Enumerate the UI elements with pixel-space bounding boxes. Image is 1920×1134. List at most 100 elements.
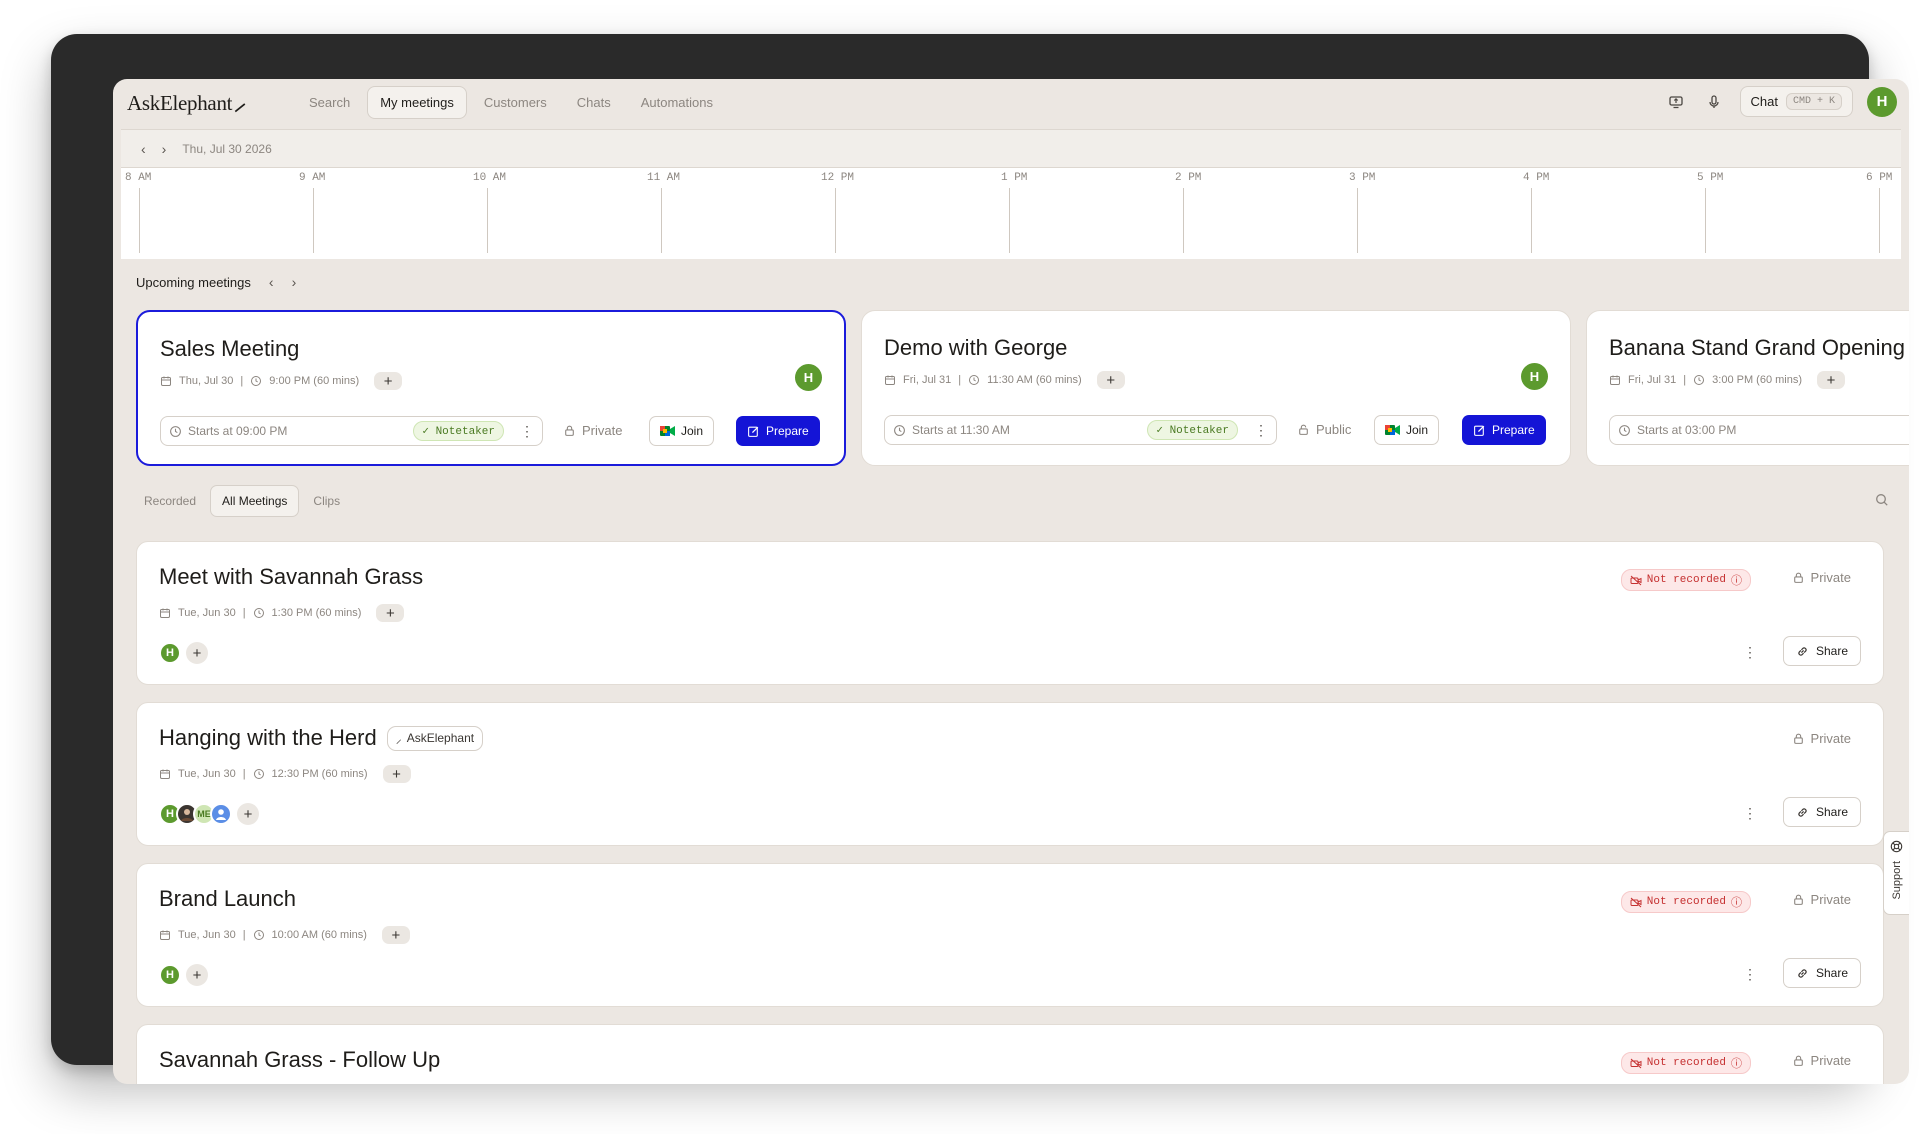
prev-day-chevron-icon[interactable]: ‹ bbox=[141, 141, 146, 157]
meeting-time: 12:30 PM (60 mins) bbox=[271, 768, 368, 780]
privacy-toggle[interactable]: Private bbox=[1792, 892, 1851, 907]
attendee-avatar[interactable]: H bbox=[795, 364, 822, 391]
tab-all-meetings[interactable]: All Meetings bbox=[210, 485, 300, 517]
upcoming-card-meta: Fri, Jul 31 | 11:30 AM (60 mins) + bbox=[884, 371, 1125, 389]
attendee-avatar[interactable]: H bbox=[1521, 363, 1548, 390]
nav-automations[interactable]: Automations bbox=[628, 86, 726, 119]
upcoming-card-sales-meeting[interactable]: Sales Meeting Thu, Jul 30 | 9:00 PM (60 … bbox=[136, 310, 846, 466]
timeline-hours[interactable]: 8 AM 9 AM 10 AM 11 AM 12 PM 1 PM 2 PM 3 … bbox=[121, 168, 1901, 260]
notetaker-badge: ✓ Notetaker bbox=[1147, 420, 1238, 440]
not-recorded-badge: Not recorded ⓘ bbox=[1620, 891, 1751, 913]
join-button[interactable]: Join bbox=[1374, 415, 1440, 445]
attendee-user-icon[interactable] bbox=[210, 803, 232, 825]
prepare-button[interactable]: Prepare bbox=[736, 416, 820, 446]
support-tab[interactable]: Support bbox=[1883, 831, 1909, 915]
add-attendee-button[interactable]: + bbox=[374, 372, 403, 390]
upcoming-card-demo-with-george[interactable]: Demo with George Fri, Jul 31 | 11:30 AM … bbox=[861, 310, 1571, 466]
privacy-toggle[interactable]: Private bbox=[563, 423, 622, 438]
more-options-icon[interactable]: ⋮ bbox=[1254, 422, 1268, 439]
calendar-icon bbox=[160, 930, 170, 940]
lock-icon bbox=[1793, 894, 1803, 905]
add-attendee-button[interactable]: + bbox=[376, 604, 405, 622]
starts-at-field[interactable]: Starts at 11:30 AM ✓ Notetaker ⋮ bbox=[884, 415, 1277, 445]
privacy-toggle[interactable]: Public bbox=[1297, 422, 1351, 437]
app-window: AskElephant⸝ Search My meetings Customer… bbox=[113, 79, 1909, 1084]
clock-icon bbox=[253, 608, 264, 618]
tab-clips[interactable]: Clips bbox=[301, 485, 352, 517]
prepare-button[interactable]: Prepare bbox=[1462, 415, 1546, 445]
attendee-avatar[interactable]: H bbox=[159, 642, 181, 664]
timeline-date-bar: ‹ › Thu, Jul 30 2026 bbox=[121, 130, 1901, 168]
nav-my-meetings[interactable]: My meetings bbox=[367, 86, 467, 119]
upcoming-card-meta: Fri, Jul 31 | 3:00 PM (60 mins) + bbox=[1609, 371, 1846, 389]
privacy-toggle[interactable]: Private bbox=[1792, 1053, 1851, 1068]
link-icon bbox=[1798, 807, 1807, 817]
camera-off-icon bbox=[1630, 897, 1642, 907]
upcoming-card-banana-stand[interactable]: Banana Stand Grand Opening Fri, Jul 31 |… bbox=[1586, 310, 1909, 466]
meeting-card[interactable]: Hanging with the Herd ⸝ AskElephant Tue,… bbox=[136, 702, 1884, 846]
add-attendee-button[interactable]: + bbox=[186, 642, 208, 664]
meeting-card[interactable]: Brand Launch Tue, Jun 30 | 10:00 AM (60 … bbox=[136, 863, 1884, 1007]
lock-icon bbox=[1793, 1055, 1803, 1066]
more-options-icon[interactable]: ⋮ bbox=[1743, 805, 1757, 822]
screen-share-icon[interactable] bbox=[1664, 90, 1688, 114]
meeting-time: 3:00 PM (60 mins) bbox=[1712, 374, 1803, 386]
app-logo[interactable]: AskElephant⸝ bbox=[127, 89, 245, 117]
tab-recorded[interactable]: Recorded bbox=[132, 485, 208, 517]
meeting-card[interactable]: Meet with Savannah Grass Tue, Jun 30 | 1… bbox=[136, 541, 1884, 685]
nav-chats[interactable]: Chats bbox=[564, 86, 624, 119]
clock-icon bbox=[251, 376, 262, 386]
hour-label: 4 PM bbox=[1523, 172, 1550, 184]
hour-line bbox=[1357, 188, 1358, 253]
clock-icon bbox=[253, 769, 264, 779]
more-options-icon[interactable]: ⋮ bbox=[520, 423, 534, 440]
upcoming-next-chevron-icon[interactable]: › bbox=[292, 274, 297, 290]
meta-separator: | bbox=[1683, 374, 1687, 386]
starts-at-field[interactable]: Starts at 03:00 PM ✓ No bbox=[1609, 415, 1909, 445]
add-attendee-button[interactable]: + bbox=[1817, 371, 1846, 389]
nav-customers[interactable]: Customers bbox=[471, 86, 560, 119]
top-right-actions: Chat CMD + K H bbox=[1664, 86, 1897, 117]
add-attendee-button[interactable]: + bbox=[186, 964, 208, 986]
meeting-card[interactable]: Savannah Grass - Follow Up Not recorded … bbox=[136, 1024, 1884, 1084]
edit-icon bbox=[1474, 425, 1485, 436]
chat-button[interactable]: Chat CMD + K bbox=[1739, 86, 1853, 117]
hour-line bbox=[487, 188, 488, 253]
add-attendee-button[interactable]: + bbox=[1096, 371, 1125, 389]
attendee-avatar[interactable]: H bbox=[159, 964, 181, 986]
hour-line bbox=[1531, 188, 1532, 253]
meeting-date: Tue, Jun 30 bbox=[178, 929, 236, 941]
calendar-icon bbox=[160, 608, 170, 618]
add-attendee-button[interactable]: + bbox=[382, 765, 411, 783]
starts-at-field[interactable]: Starts at 09:00 PM ✓ Notetaker ⋮ bbox=[160, 416, 543, 446]
meeting-date: Tue, Jun 30 bbox=[178, 607, 236, 619]
clock-icon bbox=[1619, 424, 1630, 436]
join-button[interactable]: Join bbox=[649, 416, 715, 446]
starts-at-text: Starts at 03:00 PM bbox=[1637, 423, 1737, 437]
camera-off-icon bbox=[1630, 575, 1642, 585]
more-options-icon[interactable]: ⋮ bbox=[1743, 644, 1757, 661]
share-button[interactable]: Share bbox=[1782, 797, 1861, 827]
privacy-toggle[interactable]: Private bbox=[1792, 570, 1851, 585]
next-day-chevron-icon[interactable]: › bbox=[162, 141, 167, 157]
upcoming-prev-chevron-icon[interactable]: ‹ bbox=[269, 274, 274, 290]
not-recorded-badge: Not recorded ⓘ bbox=[1620, 1052, 1751, 1074]
share-button[interactable]: Share bbox=[1782, 636, 1861, 666]
privacy-toggle[interactable]: Private bbox=[1792, 731, 1851, 746]
nav-search[interactable]: Search bbox=[296, 86, 363, 119]
meeting-time: 11:30 AM (60 mins) bbox=[987, 374, 1082, 386]
lock-icon bbox=[565, 425, 574, 436]
meeting-date: Fri, Jul 31 bbox=[903, 374, 952, 386]
share-button[interactable]: Share bbox=[1782, 958, 1861, 988]
microphone-icon[interactable] bbox=[1702, 90, 1726, 114]
hour-label: 2 PM bbox=[1175, 172, 1202, 184]
meeting-title: Hanging with the Herd ⸝ AskElephant bbox=[159, 725, 484, 751]
add-attendee-button[interactable]: + bbox=[237, 803, 259, 825]
add-attendee-button[interactable]: + bbox=[381, 926, 410, 944]
search-icon[interactable] bbox=[1875, 493, 1889, 512]
user-avatar[interactable]: H bbox=[1867, 86, 1897, 117]
meeting-title: Meet with Savannah Grass bbox=[159, 564, 424, 589]
meeting-time: 1:30 PM (60 mins) bbox=[271, 607, 362, 619]
meeting-tabs: Recorded All Meetings Clips bbox=[132, 485, 352, 517]
more-options-icon[interactable]: ⋮ bbox=[1743, 966, 1757, 983]
